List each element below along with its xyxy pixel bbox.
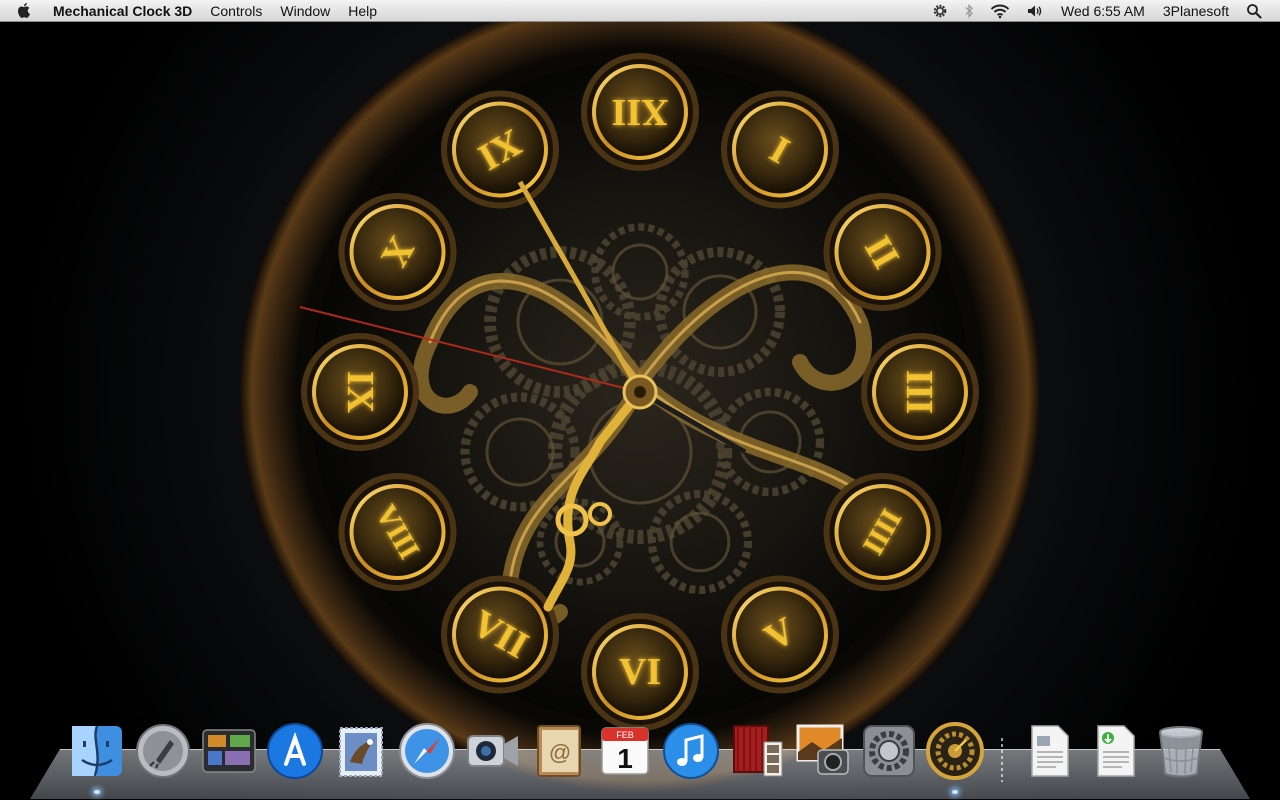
numeral-medallion: I — [721, 90, 839, 209]
numeral-medallion: X — [338, 193, 457, 311]
menu-bar: Mechanical Clock 3D Controls Window Help — [0, 0, 1280, 22]
rocket-icon — [136, 724, 190, 778]
apple-menu[interactable] — [0, 0, 44, 21]
clock-gear-icon — [926, 722, 984, 780]
menu-controls[interactable]: Controls — [201, 0, 271, 21]
mission-control-icon — [202, 729, 256, 773]
numeral-medallion: VII — [441, 575, 559, 694]
dock-item-iphoto[interactable] — [792, 720, 854, 782]
dock-item-trash[interactable] — [1150, 720, 1212, 782]
trash-icon — [1159, 726, 1203, 778]
numeral-label: VI — [619, 651, 661, 693]
dock-item-finder[interactable] — [66, 720, 128, 794]
contacts-book-icon: @ — [537, 725, 581, 777]
finder-icon — [72, 725, 122, 777]
dock-item-launchpad[interactable] — [132, 720, 194, 782]
iphoto-icon — [796, 724, 849, 775]
menu-clock[interactable]: Wed 6:55 AM — [1052, 0, 1154, 21]
dock-separator — [990, 730, 1014, 782]
volume-icon — [1028, 5, 1042, 16]
numeral-label: IX — [339, 371, 381, 413]
numeral-medallion: XII — [581, 53, 699, 171]
volume-status-menu[interactable] — [1018, 0, 1052, 21]
svg-text:@: @ — [549, 740, 571, 765]
dock-item-itunes[interactable] — [660, 720, 722, 782]
app-menu-mechanical-clock[interactable]: Mechanical Clock 3D — [44, 0, 201, 21]
bluetooth-icon — [965, 3, 973, 18]
gear-icon — [933, 4, 947, 17]
numeral-medallion: III — [861, 333, 979, 451]
dock-item-mail[interactable] — [330, 720, 392, 782]
numeral-medallion: VIII — [338, 473, 457, 591]
dock-item-facetime[interactable] — [462, 720, 524, 782]
dock-item-app-store[interactable] — [264, 720, 326, 782]
compass-icon — [399, 723, 455, 779]
dock-item-system-preferences[interactable] — [858, 720, 920, 782]
dock-item-photo-booth[interactable] — [726, 720, 788, 782]
photo-booth-icon — [733, 725, 783, 777]
menu-help[interactable]: Help — [339, 0, 386, 21]
svg-text:FEB: FEB — [616, 730, 634, 740]
dock-item-address-book[interactable]: @ — [528, 720, 590, 782]
dock-item-mission-control[interactable] — [198, 720, 260, 782]
calendar-icon: FEB 1 — [601, 727, 649, 775]
gear-status-menu[interactable] — [924, 0, 956, 21]
installer-document-icon — [1097, 725, 1135, 777]
app-store-icon — [267, 723, 323, 779]
spotlight-menu[interactable] — [1238, 0, 1270, 21]
user-menu[interactable]: 3Planesoft — [1154, 0, 1238, 21]
mail-stamp-icon — [339, 727, 383, 777]
running-indicator — [952, 790, 958, 794]
svg-text:1: 1 — [617, 743, 633, 774]
system-preferences-icon — [863, 725, 915, 777]
dock-item-installer-document[interactable] — [1084, 720, 1146, 782]
search-icon — [1247, 3, 1262, 19]
wifi-icon — [990, 4, 1010, 18]
document-icon — [1031, 725, 1069, 777]
running-indicator — [94, 790, 100, 794]
numeral-medallion: V — [721, 575, 839, 694]
menu-window[interactable]: Window — [271, 0, 339, 21]
numeral-label: III — [899, 370, 941, 414]
mechanical-clock-face[interactable]: XIIIIIIIIIIIIVVIVIIVIIIIXXXI — [0, 22, 1280, 800]
music-note-icon — [663, 723, 719, 779]
dock-item-safari[interactable] — [396, 720, 458, 782]
video-camera-icon — [467, 735, 518, 767]
numeral-medallion: IIII — [823, 473, 942, 591]
numeral-medallion: VI — [581, 613, 699, 731]
bluetooth-status-menu[interactable] — [956, 0, 982, 21]
dock-item-ical[interactable]: FEB 1 — [594, 720, 656, 782]
numeral-medallion: II — [823, 193, 942, 311]
apple-logo-icon — [18, 2, 30, 18]
wifi-status-menu[interactable] — [982, 0, 1018, 21]
desktop: XII I II III IIII V VI VII VIII IX X XI — [0, 22, 1280, 800]
numeral-label: XII — [611, 91, 668, 133]
numeral-medallion: IX — [301, 333, 419, 451]
dock-item-mechanical-clock[interactable] — [924, 720, 986, 794]
numeral-medallion: XI — [441, 90, 559, 209]
dock: @ FEB 1 — [66, 718, 1212, 794]
dock-item-document[interactable] — [1018, 720, 1080, 782]
